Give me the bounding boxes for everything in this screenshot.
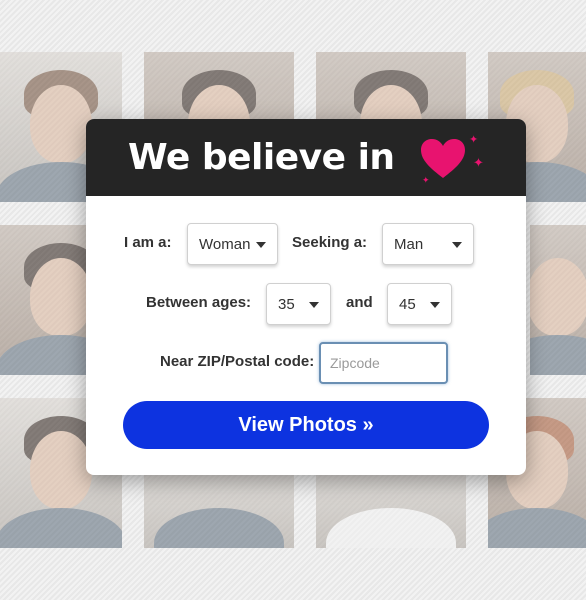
zip-input[interactable] [319,342,448,384]
gender-select-value: Woman [199,235,251,253]
zip-label: Near ZIP/Postal code: [160,353,315,370]
view-photos-button[interactable]: View Photos » [123,401,489,449]
search-panel: We believe in ✦ ✦ ✦ I am a: Woman Seekin… [86,119,526,475]
chevron-down-icon [452,242,462,248]
gender-label: I am a: [124,234,172,251]
sparkle-icon: ✦ [422,176,430,186]
heart-icon [421,139,465,178]
age-min-select[interactable]: 35 [266,283,331,325]
ages-and-label: and [346,294,373,311]
profile-photo [530,225,586,375]
sparkle-icon: ✦ [469,133,479,146]
sparkle-icon: ✦ [473,156,484,171]
seeking-label: Seeking a: [292,234,368,251]
chevron-down-icon [256,242,266,248]
age-max-value: 45 [399,295,416,313]
headline: We believe in [128,137,395,178]
ages-label: Between ages: [146,294,252,311]
chevron-down-icon [430,302,440,308]
age-min-value: 35 [278,295,295,313]
panel-header: We believe in ✦ ✦ ✦ [86,119,526,196]
chevron-down-icon [309,302,319,308]
seeking-select-value: Man [394,235,424,253]
seeking-select[interactable]: Man [382,223,474,265]
gender-select[interactable]: Woman [187,223,278,265]
age-max-select[interactable]: 45 [387,283,452,325]
